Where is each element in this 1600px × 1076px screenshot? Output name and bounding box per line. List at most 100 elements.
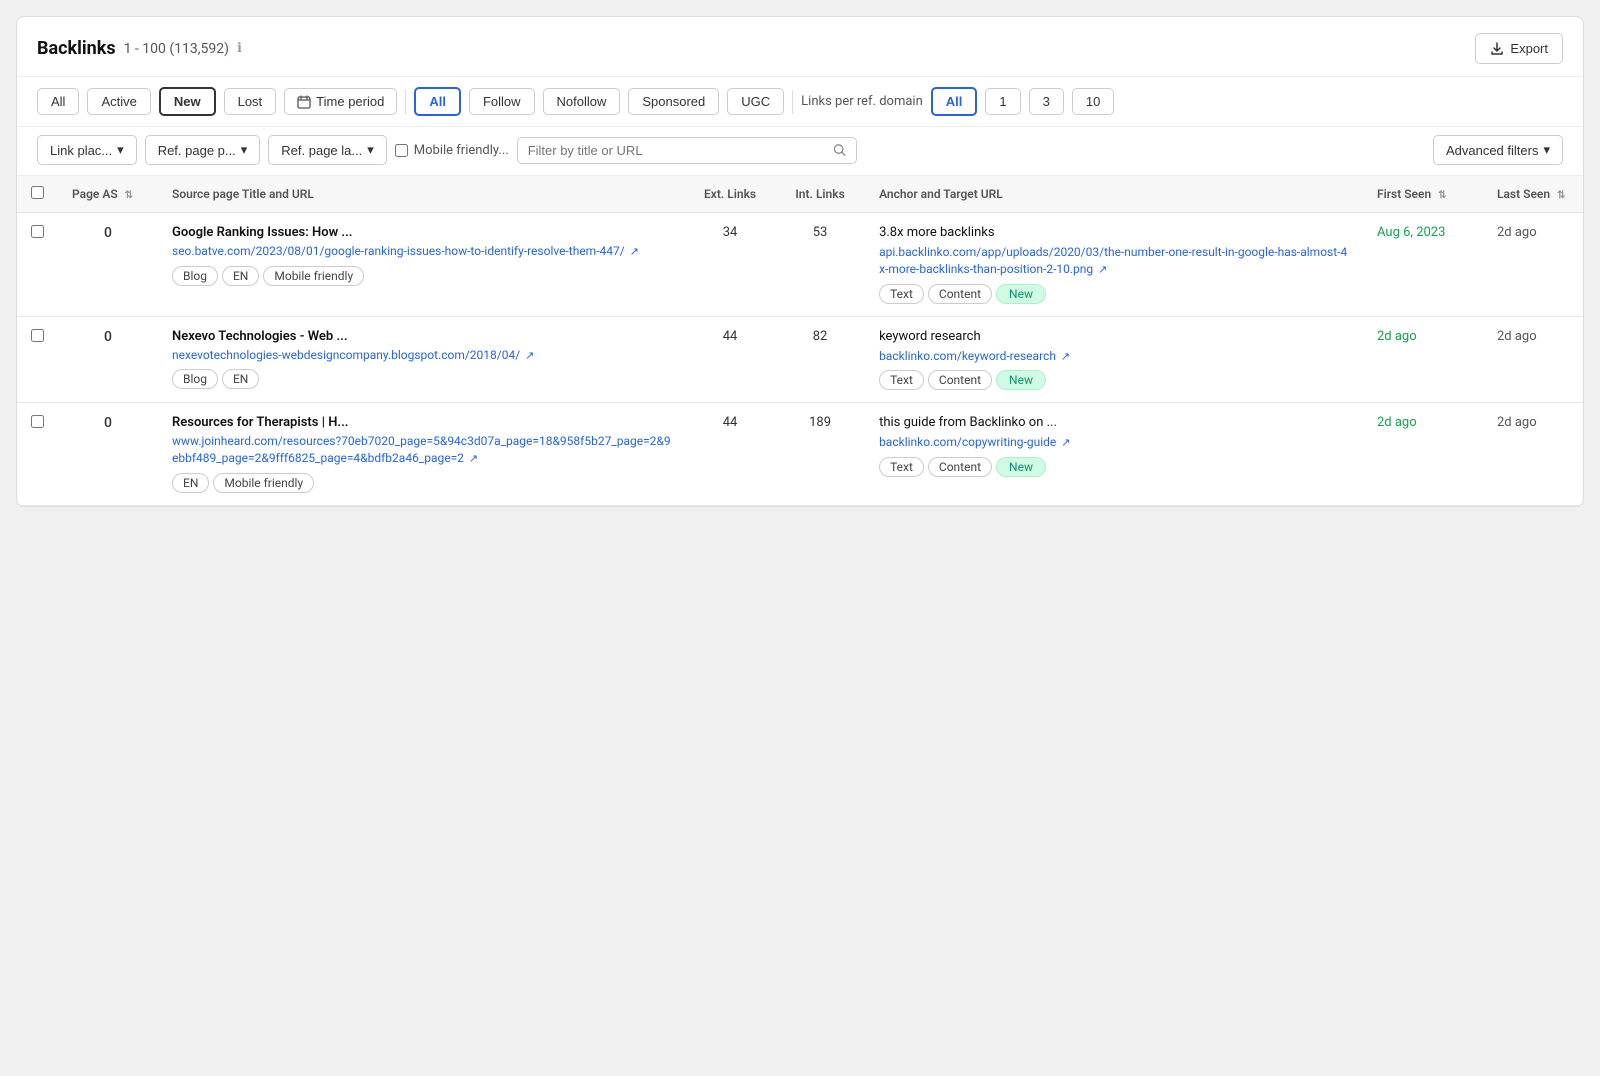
external-link-icon2: ↗ <box>1061 436 1070 449</box>
ext-links-cell: 44 <box>685 316 775 403</box>
source-url[interactable]: nexevotechnologies-webdesigncompany.blog… <box>172 347 671 364</box>
links-per-10[interactable]: 10 <box>1072 88 1114 115</box>
link-type-ugc[interactable]: UGC <box>727 88 784 115</box>
anchor-cell: 3.8x more backlinks api.backlinko.com/ap… <box>865 213 1363 317</box>
source-url-link[interactable]: seo.batve.com/2023/08/01/google-ranking-… <box>172 244 625 258</box>
toolbar-row: All Active New Lost Time period All Foll… <box>17 77 1583 127</box>
links-per-3[interactable]: 3 <box>1029 88 1064 115</box>
source-title: Resources for Therapists | H... <box>172 415 671 430</box>
time-period-button[interactable]: Time period <box>284 88 397 115</box>
link-place-label: Link plac... <box>50 143 112 158</box>
col-anchor: Anchor and Target URL <box>865 176 1363 213</box>
source-url-link[interactable]: www.joinheard.com/resources?70eb7020_pag… <box>172 434 671 465</box>
target-url[interactable]: backlinko.com/keyword-research ↗ <box>879 348 1349 365</box>
table-row: 0 Nexevo Technologies - Web ... nexevote… <box>17 316 1583 403</box>
source-url[interactable]: www.joinheard.com/resources?70eb7020_pag… <box>172 433 671 467</box>
page-as-cell: 0 <box>58 213 158 317</box>
badge-new: New <box>996 457 1046 477</box>
tab-lost[interactable]: Lost <box>224 88 277 115</box>
select-all-header[interactable] <box>17 176 58 213</box>
row-checkbox-cell[interactable] <box>17 213 58 317</box>
tag: Blog <box>172 266 218 286</box>
page-as-cell: 0 <box>58 316 158 403</box>
target-url-link[interactable]: api.backlinko.com/app/uploads/2020/03/th… <box>879 245 1347 276</box>
link-type-follow[interactable]: Follow <box>469 88 535 115</box>
ref-page-la-label: Ref. page la... <box>281 143 362 158</box>
anchor-tags: TextContentNew <box>879 457 1349 477</box>
anchor-text: 3.8x more backlinks <box>879 225 1349 240</box>
first-seen-cell: 2d ago <box>1363 316 1483 403</box>
anchor-tag: Content <box>928 457 992 477</box>
source-title: Nexevo Technologies - Web ... <box>172 329 671 344</box>
row-checkbox-cell[interactable] <box>17 403 58 506</box>
int-links-cell: 53 <box>775 213 865 317</box>
page-title: Backlinks <box>37 38 116 59</box>
select-all-checkbox[interactable] <box>31 186 44 199</box>
row-checkbox-cell[interactable] <box>17 316 58 403</box>
mobile-friendly-checkbox[interactable] <box>395 144 408 157</box>
table-wrap: Page AS ⇅ Source page Title and URL Ext.… <box>17 176 1583 506</box>
last-seen-cell: 2d ago <box>1483 403 1583 506</box>
link-place-dropdown[interactable]: Link plac... ▾ <box>37 135 137 165</box>
first-seen-value: 2d ago <box>1377 415 1417 430</box>
col-first-seen[interactable]: First Seen ⇅ <box>1363 176 1483 213</box>
last-seen-cell: 2d ago <box>1483 316 1583 403</box>
source-url[interactable]: seo.batve.com/2023/08/01/google-ranking-… <box>172 243 671 260</box>
badge-new: New <box>996 284 1046 304</box>
anchor-cell: this guide from Backlinko on ... backlin… <box>865 403 1363 506</box>
col-int: Int. Links <box>775 176 865 213</box>
ref-page-p-dropdown[interactable]: Ref. page p... ▾ <box>145 135 261 165</box>
advanced-filters-button[interactable]: Advanced filters ▾ <box>1433 135 1563 165</box>
ext-links-cell: 44 <box>685 403 775 506</box>
export-button[interactable]: Export <box>1475 33 1563 64</box>
tab-new[interactable]: New <box>159 87 216 116</box>
page-as-cell: 0 <box>58 403 158 506</box>
anchor-text: keyword research <box>879 329 1349 344</box>
mobile-friendly-filter[interactable]: Mobile friendly... <box>395 143 509 158</box>
calendar-icon <box>297 95 311 109</box>
export-icon <box>1490 42 1504 56</box>
source-title: Google Ranking Issues: How ... <box>172 225 671 240</box>
page-as-value: 0 <box>104 225 112 241</box>
row-checkbox-0[interactable] <box>31 225 44 238</box>
time-period-label: Time period <box>316 94 384 109</box>
link-type-nofollow[interactable]: Nofollow <box>543 88 621 115</box>
search-input[interactable] <box>528 143 827 158</box>
link-type-sponsored[interactable]: Sponsored <box>628 88 719 115</box>
links-per-all[interactable]: All <box>931 87 978 116</box>
advanced-filters-label: Advanced filters <box>1446 143 1539 158</box>
links-per-1[interactable]: 1 <box>985 88 1020 115</box>
link-type-all[interactable]: All <box>414 87 461 116</box>
table-row: 0 Google Ranking Issues: How ... seo.bat… <box>17 213 1583 317</box>
search-box[interactable] <box>517 137 857 164</box>
target-url[interactable]: api.backlinko.com/app/uploads/2020/03/th… <box>879 244 1349 278</box>
tag: Mobile friendly <box>213 473 314 493</box>
target-url-link[interactable]: backlinko.com/keyword-research <box>879 349 1056 363</box>
target-url[interactable]: backlinko.com/copywriting-guide ↗ <box>879 434 1349 451</box>
external-link-icon: ↗ <box>525 349 534 362</box>
links-per-label: Links per ref. domain <box>801 94 923 109</box>
tab-all[interactable]: All <box>37 88 79 115</box>
row-checkbox-1[interactable] <box>31 329 44 342</box>
chevron-down-icon4: ▾ <box>1543 142 1550 158</box>
source-url-link[interactable]: nexevotechnologies-webdesigncompany.blog… <box>172 348 520 362</box>
last-seen-value: 2d ago <box>1497 415 1537 430</box>
chevron-down-icon2: ▾ <box>241 142 248 158</box>
target-url-link[interactable]: backlinko.com/copywriting-guide <box>879 435 1056 449</box>
row-checkbox-2[interactable] <box>31 415 44 428</box>
search-icon <box>833 143 846 157</box>
export-label: Export <box>1510 41 1548 56</box>
filter-row: Link plac... ▾ Ref. page p... ▾ Ref. pag… <box>17 127 1583 176</box>
backlinks-table: Page AS ⇅ Source page Title and URL Ext.… <box>17 176 1583 506</box>
tab-active[interactable]: Active <box>87 88 150 115</box>
source-cell: Resources for Therapists | H... www.join… <box>158 403 685 506</box>
chevron-down-icon3: ▾ <box>367 142 374 158</box>
ref-page-la-dropdown[interactable]: Ref. page la... ▾ <box>268 135 386 165</box>
info-icon[interactable]: ℹ <box>237 41 242 56</box>
anchor-cell: keyword research backlinko.com/keyword-r… <box>865 316 1363 403</box>
col-page-as[interactable]: Page AS ⇅ <box>58 176 158 213</box>
last-seen-value: 2d ago <box>1497 225 1537 240</box>
divider2 <box>792 90 793 114</box>
col-last-seen[interactable]: Last Seen ⇅ <box>1483 176 1583 213</box>
external-link-icon2: ↗ <box>1061 350 1070 363</box>
